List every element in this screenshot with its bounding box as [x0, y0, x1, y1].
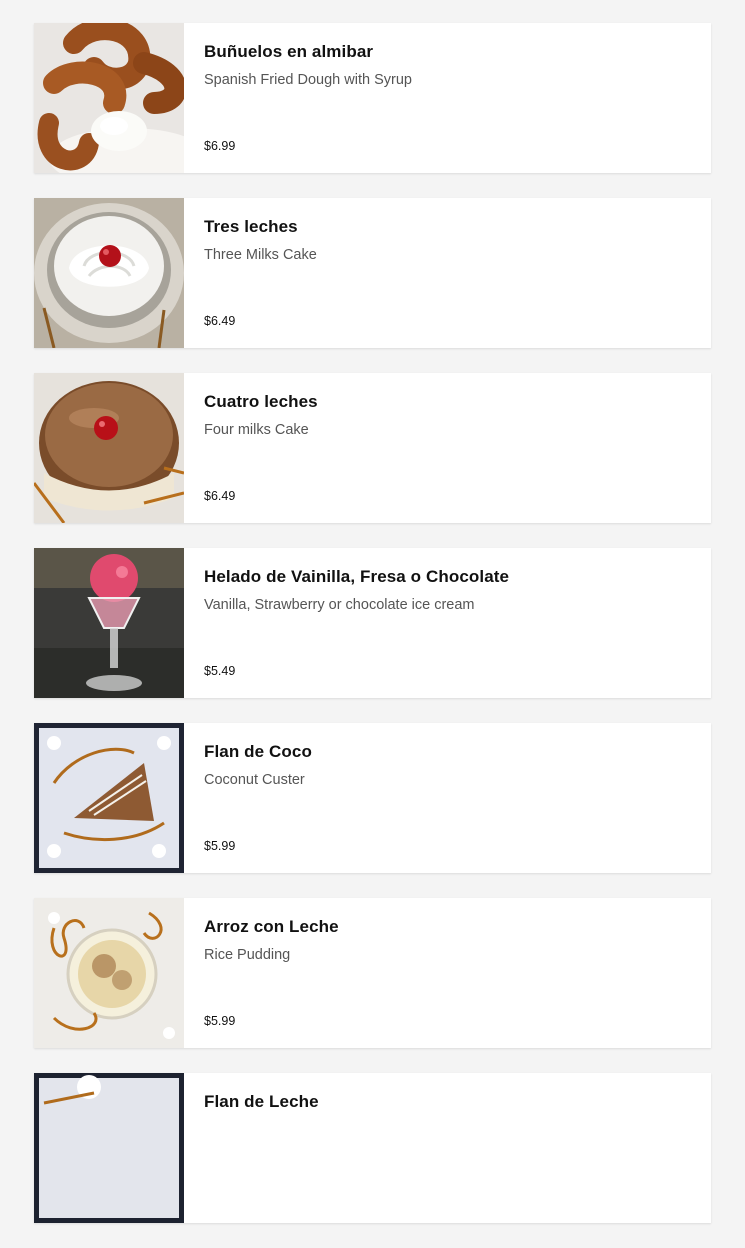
item-name: Cuatro leches [204, 392, 318, 411]
item-price: $5.99 [204, 1014, 236, 1028]
item-name: Helado de Vainilla, Fresa o Chocolate [204, 567, 510, 586]
menu-item-card[interactable]: Arroz con Leche Rice Pudding $5.99 [34, 898, 711, 1048]
menu-item-card[interactable]: Cuatro leches Four milks Cake $6.49 [34, 373, 711, 523]
fried-dough-photo [34, 23, 184, 173]
item-name: Tres leches [204, 217, 298, 236]
item-description: Vanilla, Strawberry or chocolate ice cre… [204, 597, 475, 613]
item-name: Arroz con Leche [204, 917, 339, 936]
rice-pudding-photo [34, 898, 184, 1048]
item-description: Coconut Custer [204, 772, 305, 788]
menu-item-card[interactable]: Flan de Coco Coconut Custer $5.99 [34, 723, 711, 873]
milk-flan-photo [34, 1073, 184, 1223]
item-price: $6.99 [204, 139, 236, 153]
item-description: Four milks Cake [204, 422, 309, 438]
item-price: $6.49 [204, 489, 236, 503]
item-price: $5.49 [204, 664, 236, 678]
coconut-flan-photo [34, 723, 184, 873]
menu-item-list: Buñuelos en almibar Spanish Fried Dough … [34, 23, 711, 1248]
item-price: $5.99 [204, 839, 236, 853]
item-name: Flan de Coco [204, 742, 312, 761]
item-price: $6.49 [204, 314, 236, 328]
item-description: Three Milks Cake [204, 247, 317, 263]
menu-item-card[interactable]: Tres leches Three Milks Cake $6.49 [34, 198, 711, 348]
item-description: Spanish Fried Dough with Syrup [204, 72, 412, 88]
menu-item-card[interactable]: Buñuelos en almibar Spanish Fried Dough … [34, 23, 711, 173]
menu-item-card[interactable]: Flan de Leche [34, 1073, 711, 1223]
item-description: Rice Pudding [204, 947, 291, 963]
caramel-cake-photo [34, 373, 184, 523]
whipped-cream-cake-photo [34, 198, 184, 348]
item-name: Flan de Leche [204, 1092, 319, 1111]
ice-cream-sundae-photo [34, 548, 184, 698]
menu-item-card[interactable]: Helado de Vainilla, Fresa o Chocolate Va… [34, 548, 711, 698]
item-name: Buñuelos en almibar [204, 42, 374, 61]
